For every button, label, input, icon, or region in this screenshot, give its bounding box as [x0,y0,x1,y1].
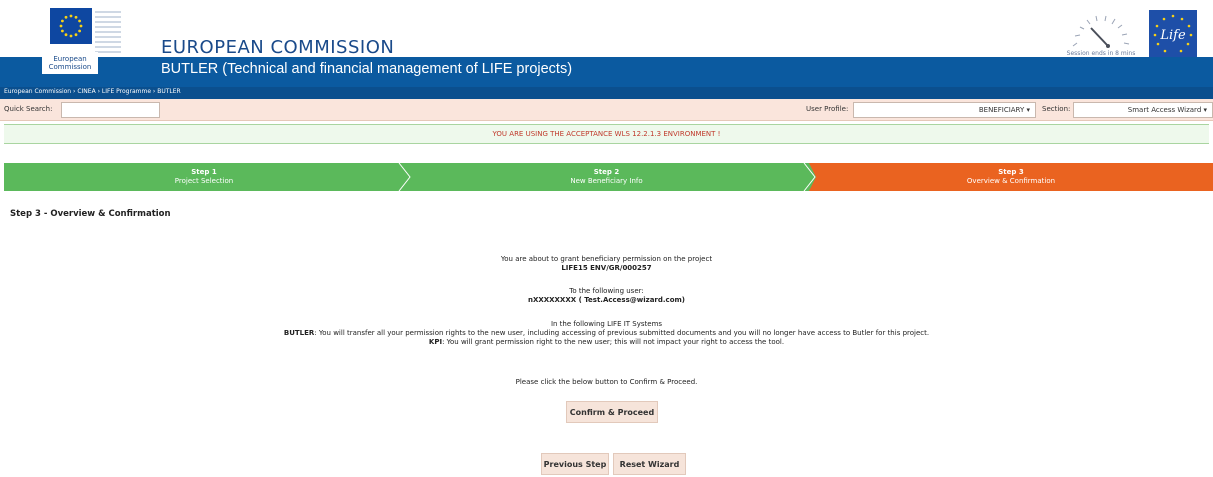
grant-intro-text: You are about to grant beneficiary permi… [500,255,713,263]
user-intro-text: To the following user: [569,287,644,295]
toolbar: Quick Search: User Profile: BENEFICIARY … [0,99,1213,121]
project-code: LIFE15 ENV/GR/000257 [561,264,652,272]
step-divider-icon [398,163,411,191]
section-select[interactable]: Smart Access Wizard ▾ [1073,102,1213,118]
user-profile-label: User Profile: [806,105,849,113]
svg-text:Life: Life [1159,28,1186,43]
reset-wizard-button[interactable]: Reset Wizard [613,453,686,475]
click-instruction-text: Please click the below button to Confirm… [515,378,698,386]
breadcrumb-item-cinea[interactable]: CINEA [77,88,95,95]
butler-permission-line: BUTLER: You will transfer all your permi… [0,329,1213,338]
application-banner: BUTLER (Technical and financial manageme… [0,57,1213,87]
life-programme-logo: Life [1149,10,1197,58]
organization-title: EUROPEAN COMMISSION [161,37,395,58]
eu-flag-icon [50,8,92,44]
confirm-proceed-button[interactable]: Confirm & Proceed [566,401,658,423]
step-number: Step 1 [191,168,217,176]
breadcrumb-item-life-programme[interactable]: LIFE Programme [102,88,151,95]
breadcrumb-item-european-commission[interactable]: European Commission [4,88,71,95]
step-number: Step 2 [593,168,620,176]
section-label: Section: [1042,105,1071,113]
step-overview-confirmation: Step 3 Overview & Confirmation [809,163,1213,191]
kpi-text: : You will grant permission right to the… [442,338,785,346]
butler-text: : You will transfer all your permission … [314,329,930,337]
page-header: EUROPEAN COMMISSION Session ends in 8 mi… [0,0,1213,64]
butler-label: BUTLER [283,329,315,337]
step-new-beneficiary-info[interactable]: Step 2 New Beneficiary Info [404,163,809,191]
target-user: nXXXXXXXX ( Test.Access@wizard.com) [527,296,686,304]
ec-caption-line2: Commission [48,63,92,71]
session-timer-text: Session ends in 8 mins [1066,50,1136,57]
breadcrumb-item-butler: BUTLER [157,88,181,95]
ec-caption-line1: European [53,55,87,63]
ec-logo-caption: European Commission [42,52,98,74]
breadcrumb: European Commission › CINEA › LIFE Progr… [4,88,181,95]
application-title: BUTLER (Technical and financial manageme… [161,61,573,77]
quick-search-input[interactable] [61,102,160,118]
step-label: Project Selection [174,177,234,185]
wizard-steps: Step 1 Project Selection Step 2 New Bene… [4,163,1213,191]
user-profile-select[interactable]: BENEFICIARY ▾ [853,102,1036,118]
step-divider-icon [802,163,816,191]
previous-step-button[interactable]: Previous Step [541,453,609,475]
environment-warning: YOU ARE USING THE ACCEPTANCE WLS 12.2.1.… [4,124,1209,144]
step-project-selection[interactable]: Step 1 Project Selection [4,163,404,191]
step-label: Overview & Confirmation [966,177,1056,185]
step-number: Step 3 [998,168,1024,176]
page-title: Step 3 - Overview & Confirmation [10,209,171,219]
breadcrumb-bar: European Commission › CINEA › LIFE Progr… [0,87,1213,99]
step-label: New Beneficiary Info [570,177,643,185]
quick-search-label: Quick Search: [4,105,53,113]
kpi-permission-line: KPI: You will grant permission right to … [0,338,1213,347]
systems-intro-text: In the following LIFE IT Systems [550,320,663,328]
kpi-label: KPI [428,338,443,346]
